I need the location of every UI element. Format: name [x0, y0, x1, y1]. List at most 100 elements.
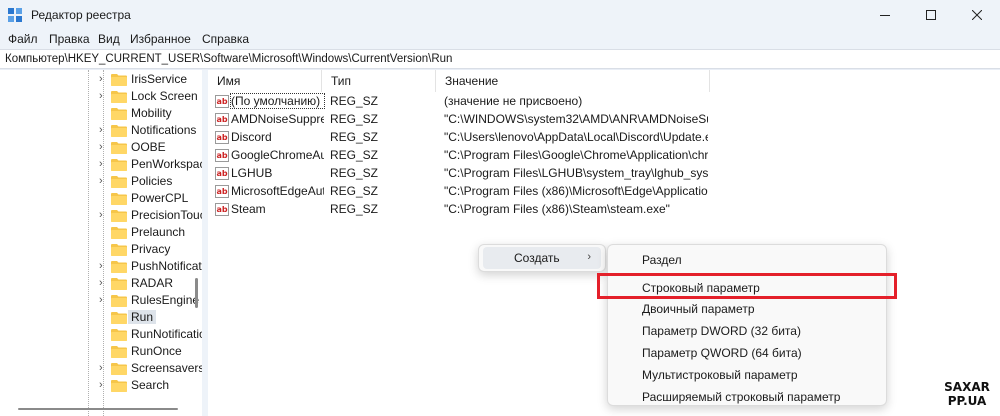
- menu-help[interactable]: Справка: [202, 32, 249, 46]
- tree-item[interactable]: ›PushNotifications: [0, 258, 202, 275]
- tree-item[interactable]: › OOBE: [0, 139, 202, 156]
- tree-item[interactable]: › Policies: [0, 173, 202, 190]
- tree-item[interactable]: › IrisService: [0, 71, 202, 88]
- menu-item-key[interactable]: Раздел: [612, 249, 882, 271]
- column-header-data[interactable]: Значение: [436, 70, 710, 92]
- close-button[interactable]: [954, 0, 1000, 30]
- menu-file[interactable]: Файл: [8, 32, 38, 46]
- address-bar[interactable]: Компьютер\HKEY_CURRENT_USER\Software\Mic…: [0, 49, 1000, 69]
- tree-item-label: Notifications: [131, 123, 197, 137]
- folder-icon: [111, 295, 127, 307]
- tree-item[interactable]: › RulesEngine: [0, 292, 202, 309]
- create-submenu: Раздел Строковый параметр Двоичный парамет…: [607, 244, 887, 406]
- menu-item-qword-value[interactable]: Параметр QWORD (64 бита): [612, 342, 882, 364]
- tree-item-label: PrecisionTouchPad: [131, 208, 202, 222]
- menu-item-create[interactable]: Создать ›: [483, 247, 601, 269]
- tree-item-label: OOBE: [131, 140, 166, 154]
- value-name: AMDNoiseSuppression: [231, 112, 324, 126]
- value-row[interactable]: abGoogleChromeAutoLaunch REG_SZ "C:\Progra…: [208, 147, 1000, 164]
- menu-item-expandable-string-value[interactable]: Расширяемый строковый параметр: [612, 386, 882, 408]
- tree-item-label: RunOnce: [131, 344, 182, 358]
- value-row[interactable]: abMicrosoftEdgeAutoLaunch REG_SZ "C:\Progr…: [208, 183, 1000, 200]
- menu-item-create-label: Создать: [514, 251, 560, 265]
- tree-item[interactable]: Privacy: [0, 241, 202, 258]
- value-type: REG_SZ: [330, 112, 379, 126]
- folder-icon: [111, 380, 127, 392]
- value-data: "C:\Program Files (x86)\Steam\steam.exe": [444, 202, 670, 216]
- column-header-name[interactable]: Имя: [208, 70, 322, 92]
- folder-icon: [111, 244, 127, 256]
- maximize-button[interactable]: [908, 0, 954, 30]
- tree-item[interactable]: PowerCPL: [0, 190, 202, 207]
- tree-item-label: IrisService: [131, 72, 188, 86]
- tree-item-label: PowerCPL: [131, 191, 189, 205]
- value-data: "C:\Users\lenovo\AppData\Local\Discord\U…: [444, 130, 708, 144]
- tree-horizontal-scrollbar[interactable]: [18, 408, 178, 410]
- chevron-right-icon: ›: [587, 251, 591, 263]
- value-name: MicrosoftEdgeAutoLaunch: [231, 184, 324, 198]
- tree-item[interactable]: › RADAR: [0, 275, 202, 292]
- value-name: Steam: [231, 202, 266, 216]
- tree-item[interactable]: › Search: [0, 377, 202, 394]
- value-row[interactable]: abAMDNoiseSuppression REG_SZ "C:\WINDOWS\s…: [208, 111, 1000, 128]
- menu-edit[interactable]: Правка: [49, 32, 90, 46]
- key-tree[interactable]: › IrisService › Lock Screen Mobility › Notific…: [0, 70, 202, 416]
- menu-item-label: Параметр QWORD (64 бита): [642, 346, 802, 360]
- tree-item-label: RunNotification: [131, 327, 202, 341]
- string-value-icon: ab: [215, 203, 229, 216]
- value-name: (По умолчанию): [230, 93, 325, 109]
- tree-item-label: Mobility: [131, 106, 172, 120]
- string-value-icon: ab: [215, 167, 229, 180]
- menu-view[interactable]: Вид: [98, 32, 120, 46]
- folder-icon: [111, 125, 127, 137]
- tree-guide-line: [103, 70, 104, 416]
- tree-item[interactable]: Mobility: [0, 105, 202, 122]
- tree-item[interactable]: › Notifications: [0, 122, 202, 139]
- tree-guide-line: [88, 70, 89, 416]
- value-row[interactable]: ab (По умолчанию) REG_SZ (значение не присв…: [208, 93, 1000, 110]
- folder-icon: [111, 227, 127, 239]
- value-name: Discord: [231, 130, 272, 144]
- tree-item-label: Lock Screen: [131, 89, 198, 103]
- menu-item-multi-string-value[interactable]: Мультистроковый параметр: [612, 364, 882, 386]
- menu-favorites[interactable]: Избранное: [130, 32, 191, 46]
- tree-item-label: Prelaunch: [131, 225, 186, 239]
- tree-item-label: RADAR: [131, 276, 174, 290]
- folder-icon: [111, 312, 127, 324]
- menu-item-label: Двоичный параметр: [642, 302, 755, 316]
- folder-icon: [111, 159, 127, 171]
- tree-item[interactable]: Prelaunch: [0, 224, 202, 241]
- value-data: "C:\Program Files (x86)\Microsoft\Edge\A…: [444, 184, 708, 198]
- tree-item-label: Privacy: [131, 242, 171, 256]
- tree-item-label: PenWorkspace: [131, 157, 202, 171]
- tree-item[interactable]: ›PrecisionTouchPad: [0, 207, 202, 224]
- menu-item-label: Расширяемый строковый параметр: [642, 390, 841, 404]
- value-row[interactable]: ab Discord REG_SZ "C:\Users\lenovo\AppData\…: [208, 129, 1000, 146]
- minimize-button[interactable]: [862, 0, 908, 30]
- tree-item-label: Search: [131, 378, 170, 392]
- registry-editor-icon: [8, 8, 22, 22]
- value-type: REG_SZ: [330, 166, 379, 180]
- address-path[interactable]: Компьютер\HKEY_CURRENT_USER\Software\Mic…: [5, 53, 452, 65]
- tree-item[interactable]: › Screensavers: [0, 360, 202, 377]
- folder-icon: [111, 363, 127, 375]
- tree-item[interactable]: Run: [0, 309, 202, 326]
- tree-vertical-scrollbar[interactable]: [195, 278, 198, 308]
- tree-item[interactable]: › Lock Screen: [0, 88, 202, 105]
- value-row[interactable]: ab LGHUB REG_SZ "C:\Program Files\LGHUB\sys…: [208, 165, 1000, 182]
- watermark-line1: SAXAR: [944, 380, 990, 394]
- value-row[interactable]: ab Steam REG_SZ "C:\Program Files (x86)\Ste…: [208, 201, 1000, 218]
- tree-item[interactable]: RunOnce: [0, 343, 202, 360]
- menu-item-dword-value[interactable]: Параметр DWORD (32 бита): [612, 320, 882, 342]
- value-name: LGHUB: [231, 166, 273, 180]
- value-type: REG_SZ: [330, 94, 379, 108]
- string-value-icon: ab: [215, 95, 229, 108]
- menu-item-binary-value[interactable]: Двоичный параметр: [612, 298, 882, 320]
- tree-item[interactable]: RunNotification: [0, 326, 202, 343]
- string-value-icon: ab: [215, 185, 229, 198]
- menu-bar: Файл Правка Вид Избранное Справка: [0, 30, 1000, 49]
- tree-item[interactable]: ›PenWorkspace: [0, 156, 202, 173]
- folder-icon: [111, 346, 127, 358]
- column-header-type[interactable]: Тип: [322, 70, 436, 92]
- value-name: GoogleChromeAutoLaunch: [231, 148, 324, 162]
